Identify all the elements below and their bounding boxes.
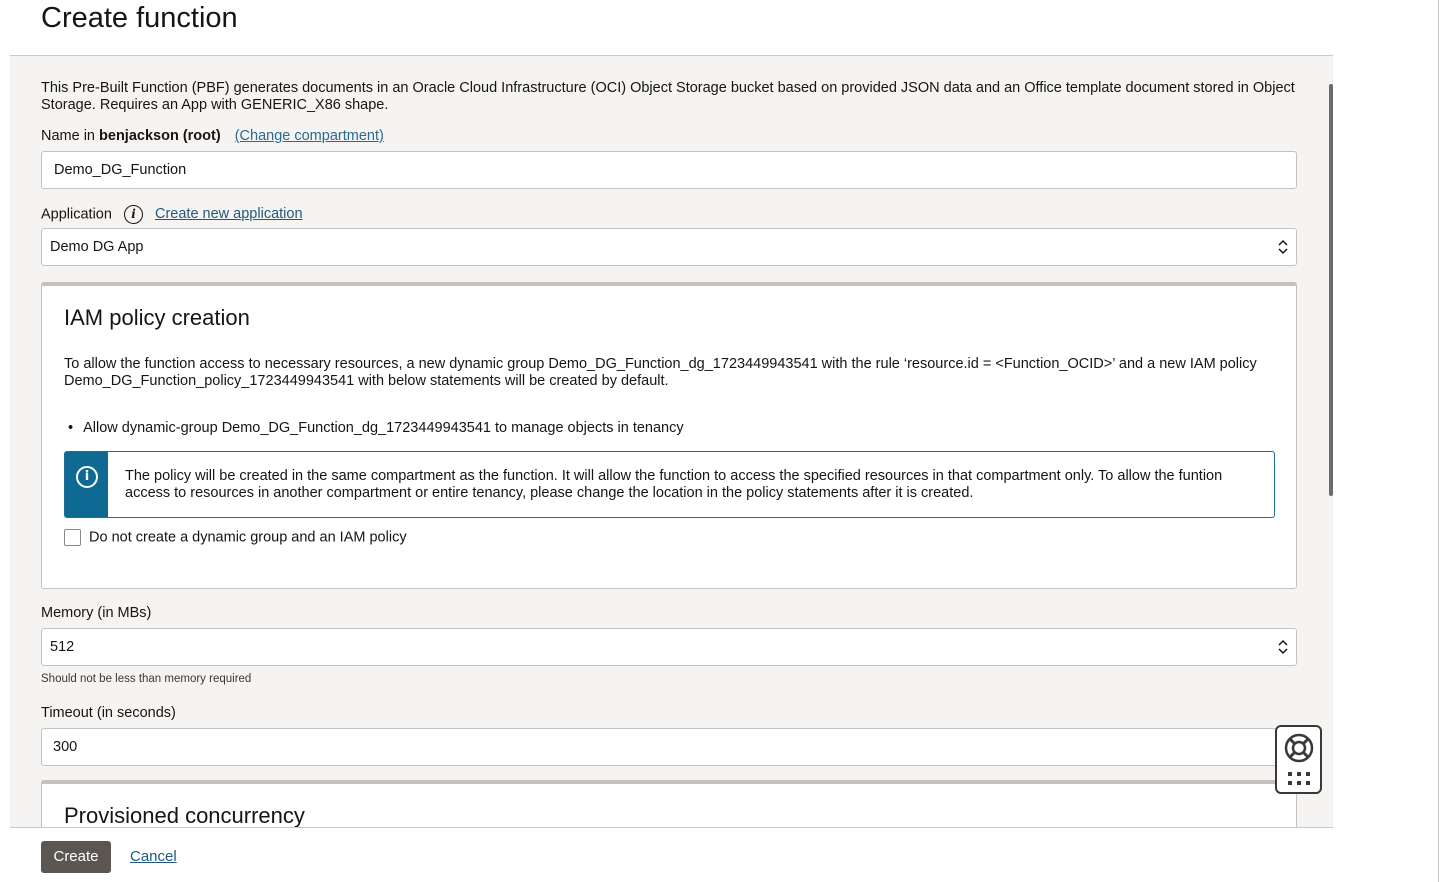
panel-body[interactable]: This Pre-Built Function (PBF) generates …	[10, 57, 1333, 827]
application-label-row: Application i Create new application	[41, 205, 303, 224]
memory-label: Memory (in MBs)	[41, 605, 152, 621]
panel-footer: Create Cancel	[10, 827, 1333, 882]
memory-value: 512	[50, 639, 75, 655]
skip-iam-checkbox-row[interactable]: Do not create a dynamic group and an IAM…	[64, 529, 407, 546]
page-title: Create function	[41, 2, 238, 34]
name-label-prefix: Name in	[41, 128, 95, 144]
help-widget[interactable]	[1275, 725, 1322, 794]
notice-text: The policy will be created in the same c…	[125, 468, 1223, 501]
info-icon[interactable]: i	[123, 205, 143, 224]
iam-policy-statement: Allow dynamic-group Demo_DG_Function_dg_…	[64, 420, 684, 436]
function-name-input[interactable]: Demo_DG_Function	[41, 151, 1297, 189]
iam-policy-section: IAM policy creation To allow the functio…	[41, 282, 1297, 589]
create-button[interactable]: Create	[41, 841, 111, 873]
policy-info-notice: i The policy will be created in the same…	[64, 451, 1275, 518]
vertical-scrollbar[interactable]	[1329, 84, 1333, 496]
iam-section-title: IAM policy creation	[64, 305, 250, 330]
iam-description: To allow the function access to necessar…	[64, 356, 1257, 389]
timeout-value: 300	[53, 739, 78, 755]
application-select[interactable]: Demo DG App	[41, 228, 1297, 266]
application-selected-value: Demo DG App	[50, 239, 144, 255]
compartment-name: benjackson (root)	[99, 128, 221, 144]
timeout-input[interactable]: 300	[41, 728, 1297, 766]
grid-menu-icon[interactable]	[1287, 771, 1311, 787]
memory-select[interactable]: 512	[41, 628, 1297, 666]
change-compartment-link[interactable]: (Change compartment)	[235, 128, 384, 144]
application-label: Application	[41, 206, 112, 223]
provisioned-concurrency-section: Provisioned concurrency	[41, 780, 1297, 827]
provisioned-section-title: Provisioned concurrency	[64, 803, 305, 827]
timeout-label: Timeout (in seconds)	[41, 705, 176, 721]
name-label: Name in benjackson (root) (Change compar…	[41, 128, 384, 144]
select-arrows-icon	[1278, 639, 1288, 655]
function-description: This Pre-Built Function (PBF) generates …	[41, 80, 1295, 113]
memory-hint: Should not be less than memory required	[41, 673, 252, 685]
notice-accent-bar: i	[65, 452, 108, 517]
lifebuoy-icon[interactable]	[1284, 733, 1314, 763]
info-icon: i	[76, 466, 98, 488]
skip-iam-checkbox-label: Do not create a dynamic group and an IAM…	[89, 529, 407, 546]
create-function-panel: Create function This Pre-Built Function …	[10, 0, 1333, 882]
select-arrows-icon	[1278, 239, 1288, 255]
cancel-link[interactable]: Cancel	[130, 848, 177, 865]
skip-iam-checkbox[interactable]	[64, 529, 81, 546]
panel-header: Create function	[10, 0, 1333, 56]
iam-statement-text: Allow dynamic-group Demo_DG_Function_dg_…	[83, 420, 684, 436]
function-name-value: Demo_DG_Function	[54, 162, 187, 178]
create-new-application-link[interactable]: Create new application	[155, 206, 303, 222]
